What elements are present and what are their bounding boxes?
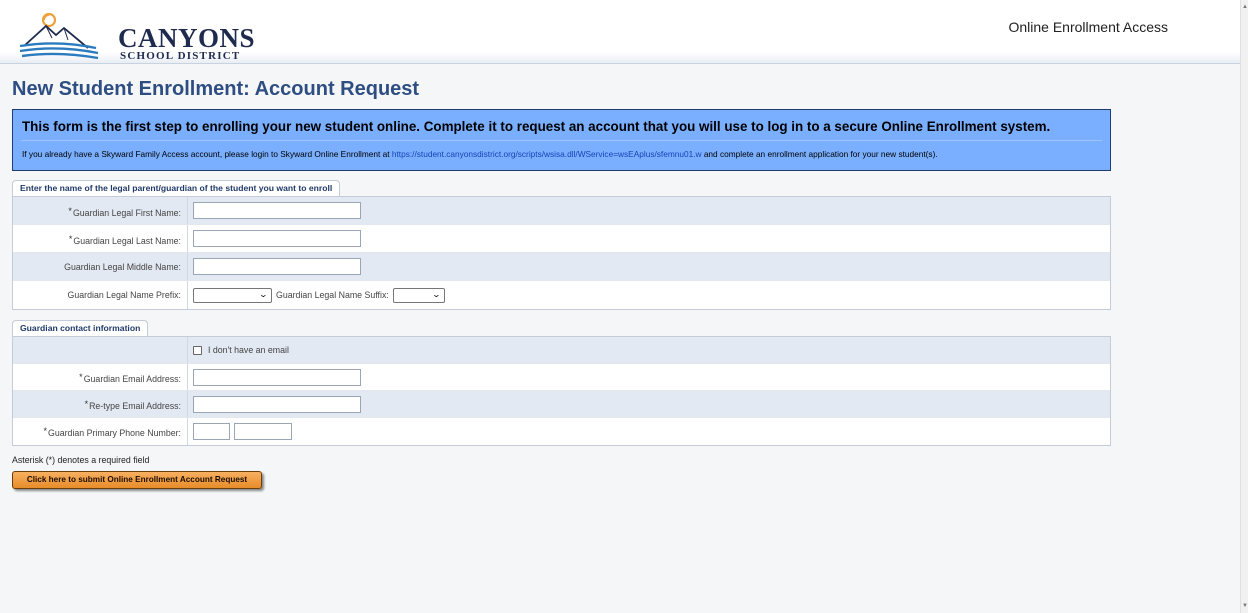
middle-name-row: Guardian Legal Middle Name:	[13, 253, 1110, 281]
required-asterisk: *	[43, 426, 47, 436]
prefix-label: Guardian Legal Name Prefix:	[13, 281, 188, 309]
last-name-row: *Guardian Legal Last Name:	[13, 225, 1110, 253]
retype-email-label: *Re-type Email Address:	[13, 391, 188, 417]
last-name-label: *Guardian Legal Last Name:	[13, 225, 188, 252]
no-email-label-cell	[13, 337, 188, 363]
guardian-email-input[interactable]	[193, 368, 361, 386]
required-asterisk: *	[79, 372, 83, 382]
first-name-label: *Guardian Legal First Name:	[13, 197, 188, 224]
info-text-after: and complete an enrollment application f…	[701, 149, 938, 159]
phone-number-input[interactable]	[234, 423, 292, 440]
guardian-contact-panel: I don't have an email *Guardian Email Ad…	[12, 336, 1111, 446]
no-email-checkbox[interactable]	[193, 345, 202, 355]
prefix-suffix-row: Guardian Legal Name Prefix: ⌄ Guardian L…	[13, 281, 1110, 309]
required-asterisk: *	[68, 206, 72, 216]
phone-label: *Guardian Primary Phone Number:	[13, 418, 188, 445]
skyward-enrollment-link[interactable]: https://student.canyonsdistrict.org/scri…	[392, 149, 702, 159]
logo-mountain-icon	[19, 12, 99, 60]
retype-email-row: *Re-type Email Address:	[13, 391, 1110, 418]
info-divider	[21, 140, 1102, 141]
phone-row: *Guardian Primary Phone Number:	[13, 418, 1110, 445]
guardian-name-tab: Enter the name of the legal parent/guard…	[12, 180, 341, 197]
retype-email-input[interactable]	[193, 395, 361, 413]
phone-area-code-input[interactable]	[193, 423, 230, 440]
info-text-before: If you already have a Skyward Family Acc…	[22, 149, 392, 159]
guardian-suffix-select[interactable]: ⌄	[392, 287, 445, 303]
guardian-first-name-input[interactable]	[193, 202, 361, 219]
first-name-row: *Guardian Legal First Name:	[13, 197, 1110, 225]
info-headline: This form is the first step to enrolling…	[22, 119, 1051, 134]
suffix-label: Guardian Legal Name Suffix:	[276, 290, 389, 300]
required-field-note: Asterisk (*) denotes a required field	[12, 455, 150, 465]
top-strip	[0, 0, 1240, 8]
site-header: CANYONS SCHOOL DISTRICT Online Enrollmen…	[0, 8, 1240, 64]
scroll-up-arrow-icon[interactable]: ▲	[1242, 4, 1248, 10]
no-email-label[interactable]: I don't have an email	[208, 345, 289, 355]
page-title: New Student Enrollment: Account Request	[12, 78, 420, 100]
guardian-last-name-input[interactable]	[193, 230, 361, 247]
district-logo[interactable]: CANYONS SCHOOL DISTRICT	[18, 10, 258, 62]
email-row: *Guardian Email Address:	[13, 364, 1110, 391]
guardian-contact-tab: Guardian contact information	[12, 320, 149, 337]
middle-name-label: Guardian Legal Middle Name:	[13, 253, 188, 280]
page-scrollbar[interactable]: ▲ ▼	[1240, 0, 1248, 613]
scroll-down-arrow-icon[interactable]: ▼	[1242, 603, 1248, 609]
guardian-prefix-select[interactable]: ⌄	[193, 287, 272, 303]
chevron-down-icon: ⌄	[258, 289, 269, 299]
logo-subtitle: SCHOOL DISTRICT	[120, 50, 241, 62]
guardian-name-panel: *Guardian Legal First Name: *Guardian Le…	[12, 196, 1111, 310]
required-asterisk: *	[84, 399, 89, 409]
chevron-down-icon: ⌄	[431, 289, 442, 299]
submit-account-request-button[interactable]: Click here to submit Online Enrollment A…	[12, 471, 262, 489]
guardian-middle-name-input[interactable]	[193, 258, 361, 275]
required-asterisk: *	[68, 234, 73, 244]
no-email-row: I don't have an email	[13, 337, 1110, 364]
header-app-title: Online Enrollment Access	[1008, 19, 1168, 35]
info-box: This form is the first step to enrolling…	[12, 109, 1111, 171]
info-text: If you already have a Skyward Family Acc…	[22, 149, 938, 159]
email-label: *Guardian Email Address:	[13, 364, 188, 390]
